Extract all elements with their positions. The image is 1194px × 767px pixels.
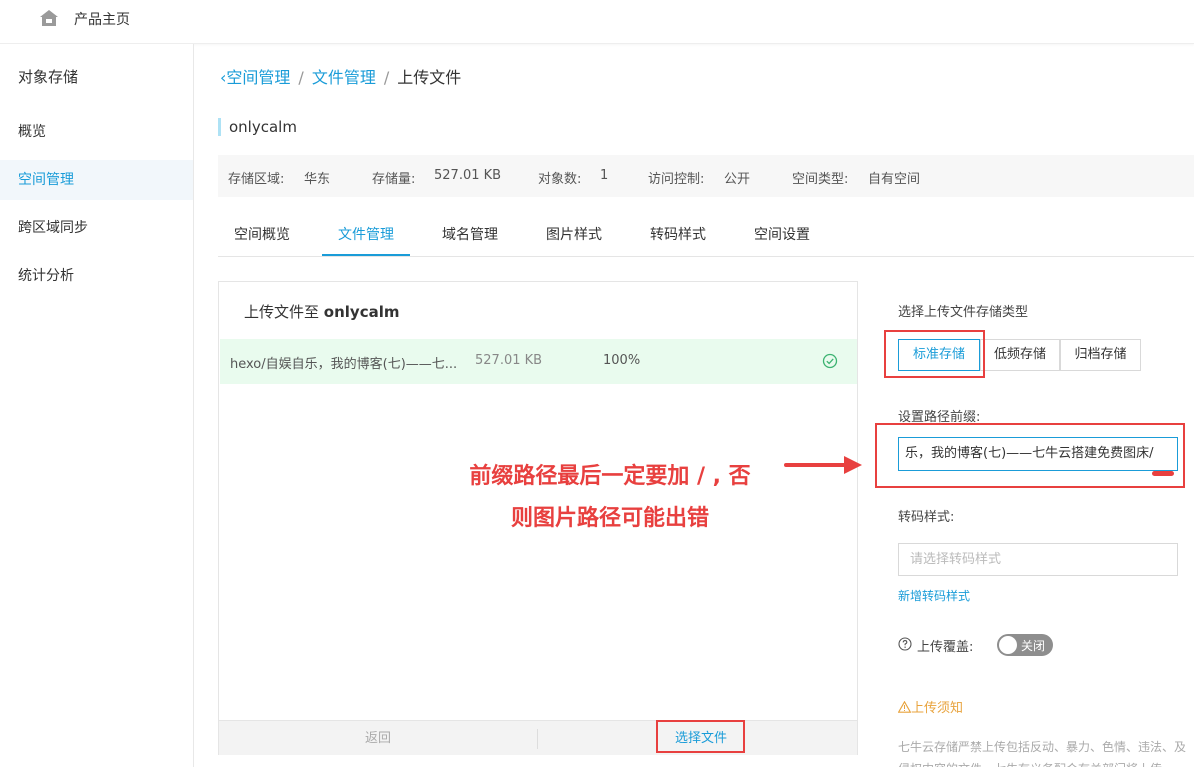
breadcrumb: ‹空间管理 / 文件管理 / 上传文件 xyxy=(220,64,461,88)
annotation-arrow xyxy=(784,456,862,474)
tab-transcode-styles[interactable]: 转码样式 xyxy=(634,216,722,256)
bucket-name: onlycalm xyxy=(218,118,297,136)
overwrite-label: 上传覆盖: xyxy=(917,640,974,655)
annotation-text-line2: 则图片路径可能出错 xyxy=(510,506,709,531)
add-transcode-style-link[interactable]: 新增转码样式 xyxy=(898,587,970,604)
file-size: 527.01 KB xyxy=(475,353,543,368)
annotation-underline xyxy=(1152,471,1174,476)
sidebar-title: 对象存储 xyxy=(18,68,79,86)
region-value: 华东 xyxy=(304,172,331,187)
upload-title-bucket: onlycalm xyxy=(323,303,400,321)
transcode-style-select[interactable]: 请选择转码样式 xyxy=(898,543,1178,576)
tab-overview[interactable]: 空间概览 xyxy=(218,216,306,256)
back-button[interactable]: 返回 xyxy=(219,721,537,756)
sidebar-item-bucket-management[interactable]: 空间管理 xyxy=(0,160,193,200)
breadcrumb-item-file-management[interactable]: 文件管理 xyxy=(312,68,376,87)
breadcrumb-item-bucket-management[interactable]: 空间管理 xyxy=(226,68,290,87)
storage-label: 存储量: xyxy=(372,172,416,187)
upload-title-prefix: 上传文件至 xyxy=(244,303,320,321)
storage-type-infrequent[interactable]: 低频存储 xyxy=(980,339,1060,371)
sidebar-item-overview[interactable]: 概览 xyxy=(0,112,193,152)
sidebar-item-statistics[interactable]: 统计分析 xyxy=(0,256,193,296)
home-icon[interactable] xyxy=(39,9,59,27)
sidebar-item-cross-region-sync[interactable]: 跨区域同步 xyxy=(0,208,193,248)
access-value: 公开 xyxy=(724,172,751,187)
upload-panel-title: 上传文件至 onlycalm xyxy=(244,301,400,322)
storage-value: 527.01 KB xyxy=(434,168,502,183)
help-icon[interactable] xyxy=(898,637,912,651)
tab-image-styles[interactable]: 图片样式 xyxy=(530,216,618,256)
overwrite-toggle[interactable]: 关闭 xyxy=(997,634,1053,656)
region-label: 存储区域: xyxy=(228,172,285,187)
file-progress: 100% xyxy=(603,353,641,368)
overwrite-state: 关闭 xyxy=(1021,639,1046,653)
file-name: hexo/自娱自乐，我的博客(七)——七... xyxy=(230,357,458,372)
tab-bar: 空间概览 文件管理 域名管理 图片样式 转码样式 空间设置 xyxy=(218,216,1194,257)
annotation-box-path-prefix xyxy=(875,423,1185,488)
annotation-box-standard-storage xyxy=(884,330,985,378)
tab-bucket-settings[interactable]: 空间设置 xyxy=(738,216,826,256)
warning-icon xyxy=(897,700,912,713)
upload-notice-body: 七牛云存储严禁上传包括反动、暴力、色情、违法、及侵权内容的文件。七牛有义务配合有… xyxy=(898,740,1187,767)
upload-notice-title: 上传须知 xyxy=(897,697,964,716)
access-label: 访问控制: xyxy=(648,172,705,187)
bucket-info-bar: 存储区域: 华东 存储量: 527.01 KB 对象数: 1 访问控制: 公开 … xyxy=(218,155,1194,197)
home-link[interactable]: 产品主页 xyxy=(74,9,130,29)
notice-title-text: 上传须知 xyxy=(911,701,964,716)
toggle-knob xyxy=(999,636,1017,654)
sidebar: 对象存储 概览 空间管理 跨区域同步 统计分析 xyxy=(0,44,194,767)
check-circle-icon xyxy=(822,353,838,369)
objects-label: 对象数: xyxy=(538,172,582,187)
breadcrumb-item-upload: 上传文件 xyxy=(397,68,462,87)
storage-type-archive[interactable]: 归档存储 xyxy=(1060,339,1141,371)
bucket-type-value: 自有空间 xyxy=(868,172,921,187)
storage-type-label: 选择上传文件存储类型 xyxy=(898,305,1029,320)
objects-value: 1 xyxy=(600,168,609,183)
bucket-type-label: 空间类型: xyxy=(792,172,849,187)
breadcrumb-back-link[interactable]: ‹空间管理 xyxy=(220,68,290,87)
tab-file-management[interactable]: 文件管理 xyxy=(322,216,410,256)
transcode-style-label: 转码样式: xyxy=(898,510,955,525)
upload-panel-footer: 返回 选择文件 xyxy=(219,720,857,755)
breadcrumb-separator: / xyxy=(298,68,304,87)
annotation-text-line1: 前缀路径最后一定要加 / , 否 xyxy=(469,464,751,489)
breadcrumb-separator: / xyxy=(383,68,390,87)
tab-domain-management[interactable]: 域名管理 xyxy=(426,216,514,256)
annotation-box-choose-file xyxy=(656,720,745,753)
footer-divider xyxy=(537,729,538,749)
upload-file-row: hexo/自娱自乐，我的博客(七)——七... 527.01 KB 100% xyxy=(220,339,857,384)
top-bar: 产品主页 xyxy=(0,0,1194,44)
